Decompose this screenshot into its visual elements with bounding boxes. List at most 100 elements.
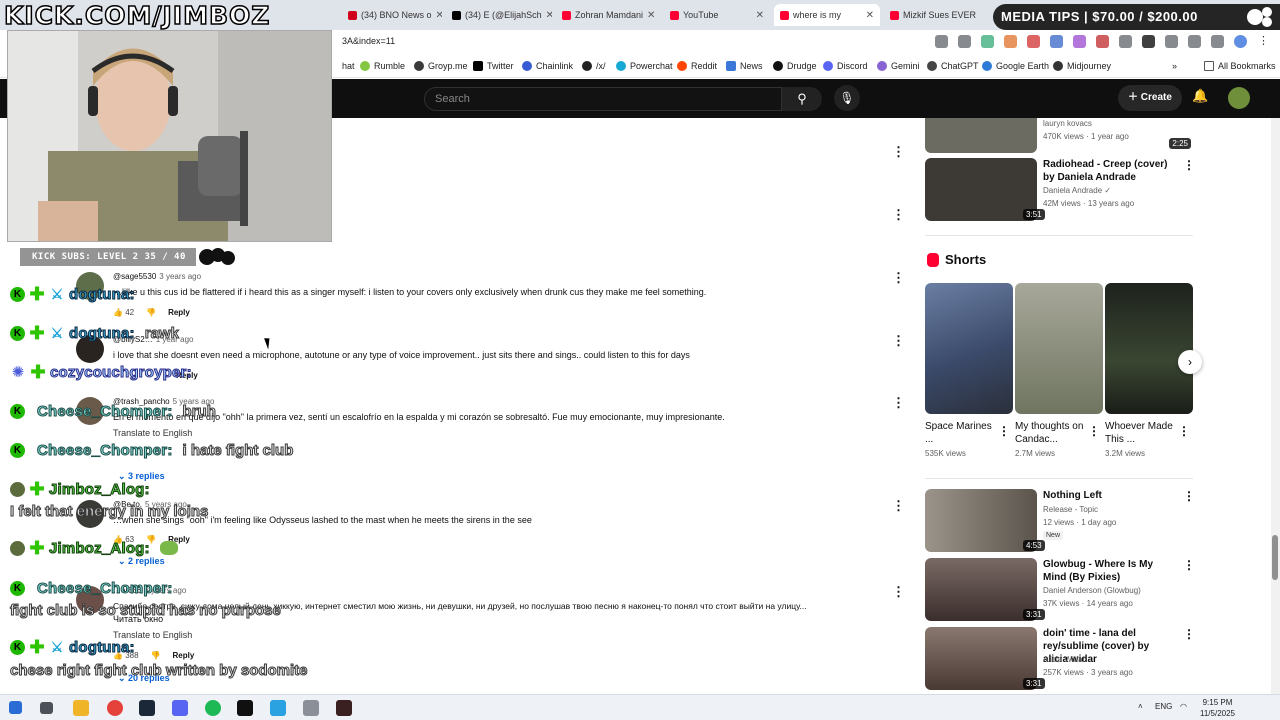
menu-icon[interactable]: ⋮ (1257, 35, 1270, 48)
app-icon[interactable] (303, 700, 319, 716)
short-menu-icon[interactable]: ⋮ (1178, 424, 1190, 438)
comment-menu-icon[interactable]: ⋮ (892, 395, 905, 411)
page-scrollbar[interactable] (1271, 118, 1280, 694)
more-bookmarks-chevron-icon[interactable]: » (1172, 61, 1177, 71)
comment-menu-icon[interactable]: ⋮ (892, 144, 905, 160)
telegram-icon[interactable] (270, 700, 286, 716)
bookmark-item[interactable]: Discord (823, 61, 868, 71)
video-thumbnail[interactable] (925, 489, 1037, 552)
short-menu-icon[interactable]: ⋮ (1088, 424, 1100, 438)
comment-menu-icon[interactable]: ⋮ (892, 207, 905, 223)
related-video[interactable]: 4:53 Nothing Left Release - Topic 12 vie… (925, 489, 1195, 553)
browser-tab[interactable]: (34) BNO News o ✕ (342, 4, 442, 26)
tray-overflow-chevron-icon[interactable]: ˄ (1138, 702, 1143, 711)
voice-search-button[interactable]: 🎙 (834, 85, 860, 111)
video-menu-icon[interactable]: ⋮ (1183, 558, 1195, 572)
input-language[interactable]: ENG (1155, 702, 1172, 711)
system-clock[interactable]: 9:15 PM 11/5/2025 (1200, 697, 1235, 719)
short-item[interactable]: Whoever Made This ... 3.2M views ⋮ (1105, 283, 1193, 458)
bookmark-item[interactable]: Midjourney (1053, 61, 1111, 71)
dislike-button[interactable]: 👎 (151, 651, 161, 660)
bookmark-item[interactable]: Drudge (773, 61, 817, 71)
reply-button[interactable]: Reply (168, 308, 190, 317)
windows-start-icon[interactable] (9, 701, 22, 714)
video-channel[interactable]: Alicia Widar (1043, 655, 1085, 664)
related-video[interactable]: 3:31 Glowbug - Where Is My Mind (By Pixi… (925, 558, 1195, 622)
short-thumbnail[interactable] (1015, 283, 1103, 414)
close-tab-icon[interactable]: ✕ (866, 10, 874, 21)
video-channel[interactable]: Daniela Andrade ✓ (1043, 186, 1111, 195)
video-title[interactable]: Glowbug - Where Is My Mind (By Pixies) (1043, 558, 1173, 584)
bookmark-item[interactable]: Powerchat (616, 61, 673, 71)
bookmark-item[interactable]: hat (342, 61, 355, 71)
search-input[interactable]: Search (424, 87, 782, 111)
short-item[interactable]: Space Marines ... 535K views ⋮ (925, 283, 1013, 458)
account-avatar[interactable] (1228, 87, 1250, 109)
like-button[interactable]: 👍 42 (113, 308, 134, 317)
short-menu-icon[interactable]: ⋮ (998, 424, 1010, 438)
short-title[interactable]: My thoughts on Candac... (1015, 420, 1089, 446)
comment-menu-icon[interactable]: ⋮ (892, 498, 905, 514)
extension-icon[interactable] (1096, 35, 1109, 48)
video-menu-icon[interactable]: ⋮ (1183, 158, 1195, 172)
profile-icon[interactable] (1234, 35, 1247, 48)
short-thumbnail[interactable] (925, 283, 1013, 414)
browser-tab[interactable]: (34) E (@ElijahSch ✕ (446, 4, 552, 26)
create-button[interactable]: ＋ Create (1118, 85, 1182, 111)
bookmark-item[interactable]: Rumble (360, 61, 405, 71)
video-menu-icon[interactable]: ⋮ (1183, 489, 1195, 503)
video-menu-icon[interactable]: ⋮ (1183, 627, 1195, 641)
discord-icon[interactable] (172, 700, 188, 716)
close-tab-icon[interactable]: ✕ (647, 10, 655, 21)
video-thumbnail[interactable] (925, 627, 1037, 690)
browser-tab[interactable]: Zohran Mamdani ✕ (556, 4, 660, 26)
bookmark-item[interactable]: News (726, 61, 763, 71)
comment-menu-icon[interactable]: ⋮ (892, 584, 905, 600)
video-thumbnail[interactable] (925, 158, 1037, 221)
extension-icon[interactable] (1119, 35, 1132, 48)
bookmark-item[interactable]: /x/ (582, 61, 606, 71)
comment-menu-icon[interactable]: ⋮ (892, 333, 905, 349)
bookmark-item[interactable]: Gemini (877, 61, 920, 71)
url-text[interactable]: 3A&index=11 (342, 36, 395, 46)
close-tab-icon[interactable]: ✕ (756, 10, 764, 21)
reply-button[interactable]: Reply (173, 651, 195, 660)
extension-icon[interactable] (1027, 35, 1040, 48)
chrome-icon[interactable] (107, 700, 123, 716)
close-tab-icon[interactable]: ✕ (546, 10, 552, 21)
search-button[interactable]: ⚲ (782, 87, 822, 111)
task-view-icon[interactable] (40, 702, 53, 714)
bookmark-item[interactable]: Groyp.me (414, 61, 468, 71)
bookmark-item[interactable]: Twitter (473, 61, 514, 71)
video-channel[interactable]: lauryn kovacs (1043, 119, 1092, 128)
browser-tab-active[interactable]: where is my ✕ (774, 4, 880, 26)
short-thumbnail[interactable] (1105, 283, 1193, 414)
video-title[interactable]: Nothing Left (1043, 489, 1173, 502)
comment-menu-icon[interactable]: ⋮ (892, 270, 905, 286)
extension-icon[interactable] (1073, 35, 1086, 48)
video-channel[interactable]: Daniel Anderson (Glowbug) (1043, 586, 1141, 595)
shorts-next-arrow-icon[interactable]: › (1178, 350, 1202, 374)
related-video[interactable]: 2:25 lauryn kovacs 470K views · 1 year a… (925, 118, 1195, 153)
file-explorer-icon[interactable] (73, 700, 89, 716)
browser-tab[interactable]: Mizkif Sues EVER (884, 4, 990, 26)
bookmark-star-icon[interactable] (958, 35, 971, 48)
spotify-icon[interactable] (205, 700, 221, 716)
all-bookmarks[interactable]: All Bookmarks (1204, 61, 1276, 71)
extension-icon[interactable] (1050, 35, 1063, 48)
extension-icon[interactable] (981, 35, 994, 48)
related-video[interactable]: 3:51 Radiohead - Creep (cover) by Daniel… (925, 158, 1195, 222)
scrollbar-thumb[interactable] (1272, 535, 1278, 580)
bookmark-item[interactable]: Chainlink (522, 61, 573, 71)
downloads-icon[interactable] (1211, 35, 1224, 48)
short-item[interactable]: My thoughts on Candac... 2.7M views ⋮ (1015, 283, 1103, 458)
translate-link[interactable]: Translate to English (113, 428, 192, 438)
video-thumbnail[interactable] (925, 118, 1037, 153)
video-title[interactable]: Radiohead - Creep (cover) by Daniela And… (1043, 158, 1173, 184)
video-channel[interactable]: Release - Topic (1043, 505, 1098, 514)
x-icon[interactable] (1142, 35, 1155, 48)
sidepanel-icon[interactable] (1188, 35, 1201, 48)
steam-icon[interactable] (139, 700, 155, 716)
dislike-button[interactable]: 👎 (146, 308, 156, 317)
browser-tab[interactable]: YouTube ✕ (664, 4, 770, 26)
